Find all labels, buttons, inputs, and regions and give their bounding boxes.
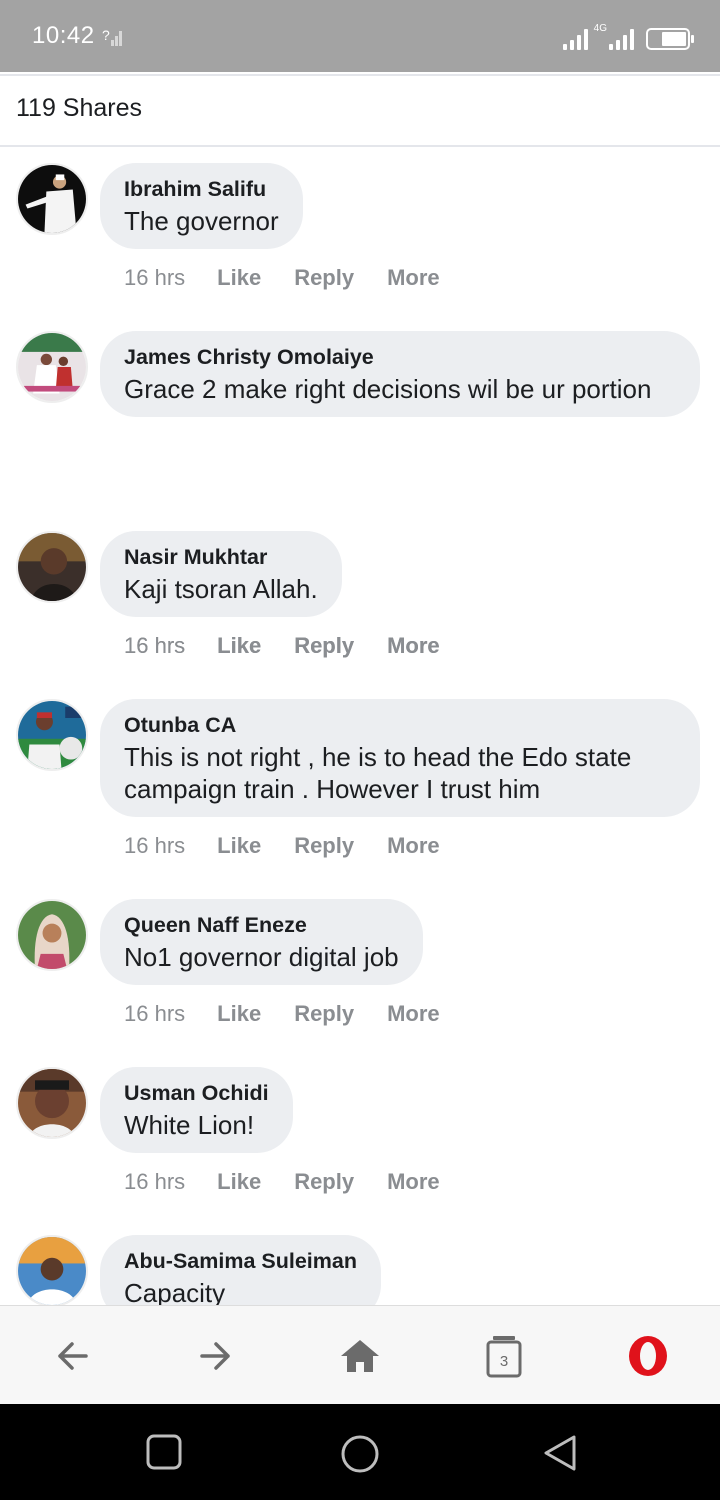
- like-button[interactable]: Like: [217, 1001, 261, 1027]
- reply-button[interactable]: Reply: [294, 265, 354, 291]
- avatar[interactable]: [16, 331, 88, 403]
- comment-author[interactable]: Abu-Samima Suleiman: [124, 1247, 357, 1275]
- browser-nav-bar: 3: [0, 1305, 720, 1404]
- comment-text: Kaji tsoran Allah.: [124, 574, 318, 604]
- avatar[interactable]: [16, 1235, 88, 1305]
- back-arrow-icon[interactable]: [46, 1330, 98, 1382]
- reply-button[interactable]: Reply: [294, 1001, 354, 1027]
- comment-text: Grace 2 make right decisions wil be ur p…: [124, 374, 652, 404]
- tabs-icon[interactable]: 3: [478, 1330, 530, 1382]
- more-button[interactable]: More: [387, 633, 440, 659]
- comment-bubble: Usman Ochidi White Lion!: [100, 1067, 293, 1153]
- shares-count[interactable]: 119 Shares: [16, 94, 142, 123]
- comment-bubble: James Christy Omolaiye Grace 2 make righ…: [100, 331, 700, 417]
- avatar[interactable]: [16, 1067, 88, 1139]
- signal-bars-2-icon: [609, 28, 634, 50]
- comment-time[interactable]: 16 hrs: [124, 1169, 185, 1195]
- screen: 10:42 ? 4G 119 Shares Ibrahim Salifu The…: [0, 0, 720, 1500]
- avatar[interactable]: [16, 899, 88, 971]
- back-triangle-icon[interactable]: [542, 1434, 578, 1472]
- more-button[interactable]: More: [387, 833, 440, 859]
- comment-time[interactable]: 16 hrs: [124, 1001, 185, 1027]
- tabs-count: 3: [500, 1353, 508, 1370]
- avatar[interactable]: [16, 531, 88, 603]
- comment-actions: 16 hrs Like Reply More: [124, 1169, 473, 1195]
- comment-author[interactable]: Usman Ochidi: [124, 1079, 269, 1107]
- comment-time[interactable]: 16 hrs: [124, 633, 185, 659]
- forward-arrow-icon[interactable]: [190, 1330, 242, 1382]
- comments-list: Ibrahim Salifu The governor 16 hrs Like …: [0, 163, 720, 1305]
- status-bar: 10:42 ? 4G: [0, 0, 720, 72]
- comment-actions: 16 hrs Like Reply More: [124, 265, 473, 291]
- comment-actions: 16 hrs Like Reply More: [124, 833, 473, 859]
- like-button[interactable]: Like: [217, 1169, 261, 1195]
- like-button[interactable]: Like: [217, 833, 261, 859]
- more-button[interactable]: More: [387, 265, 440, 291]
- comment-bubble: Nasir Mukhtar Kaji tsoran Allah.: [100, 531, 342, 617]
- comment-author[interactable]: James Christy Omolaiye: [124, 343, 676, 371]
- recents-square-icon[interactable]: [146, 1434, 182, 1470]
- comment-bubble: Otunba CA This is not right , he is to h…: [100, 699, 700, 817]
- battery-icon: [646, 28, 694, 50]
- network-type-label: 4G: [593, 23, 607, 34]
- comment-time[interactable]: 16 hrs: [124, 265, 185, 291]
- comment-text: No1 governor digital job: [124, 942, 399, 972]
- divider: [0, 74, 720, 76]
- comment-time[interactable]: 16 hrs: [124, 833, 185, 859]
- comment-author[interactable]: Ibrahim Salifu: [124, 175, 279, 203]
- status-time: 10:42: [32, 22, 95, 49]
- comment-bubble: Ibrahim Salifu The governor: [100, 163, 303, 249]
- reply-button[interactable]: Reply: [294, 833, 354, 859]
- like-button[interactable]: Like: [217, 633, 261, 659]
- status-right: 4G: [562, 22, 694, 50]
- no-sim-signal-icon: ?: [102, 26, 126, 48]
- more-button[interactable]: More: [387, 1001, 440, 1027]
- home-icon[interactable]: [334, 1330, 386, 1382]
- avatar[interactable]: [16, 163, 88, 235]
- more-button[interactable]: More: [387, 1169, 440, 1195]
- signal-bars-icon: [562, 28, 588, 50]
- comment-author[interactable]: Queen Naff Eneze: [124, 911, 399, 939]
- comment-text: White Lion!: [124, 1110, 255, 1140]
- comment-actions: 16 hrs Like Reply More: [124, 633, 473, 659]
- system-nav-bar: [0, 1404, 720, 1500]
- comment-author[interactable]: Otunba CA: [124, 711, 676, 739]
- avatar[interactable]: [16, 699, 88, 771]
- reply-button[interactable]: Reply: [294, 1169, 354, 1195]
- home-circle-icon[interactable]: [340, 1434, 380, 1474]
- comment-bubble: Abu-Samima Suleiman Capacity: [100, 1235, 381, 1305]
- comment-text: Capacity: [124, 1278, 226, 1305]
- opera-logo-icon[interactable]: [622, 1330, 674, 1382]
- like-button[interactable]: Like: [217, 265, 261, 291]
- comment-author[interactable]: Nasir Mukhtar: [124, 543, 318, 571]
- comment-text: The governor: [124, 206, 279, 236]
- comment-bubble: Queen Naff Eneze No1 governor digital jo…: [100, 899, 423, 985]
- comment-actions: 16 hrs Like Reply More: [124, 1001, 473, 1027]
- reply-button[interactable]: Reply: [294, 633, 354, 659]
- svg-text:?: ?: [102, 27, 110, 43]
- divider: [0, 145, 720, 147]
- comment-text: This is not right , he is to head the Ed…: [124, 742, 632, 804]
